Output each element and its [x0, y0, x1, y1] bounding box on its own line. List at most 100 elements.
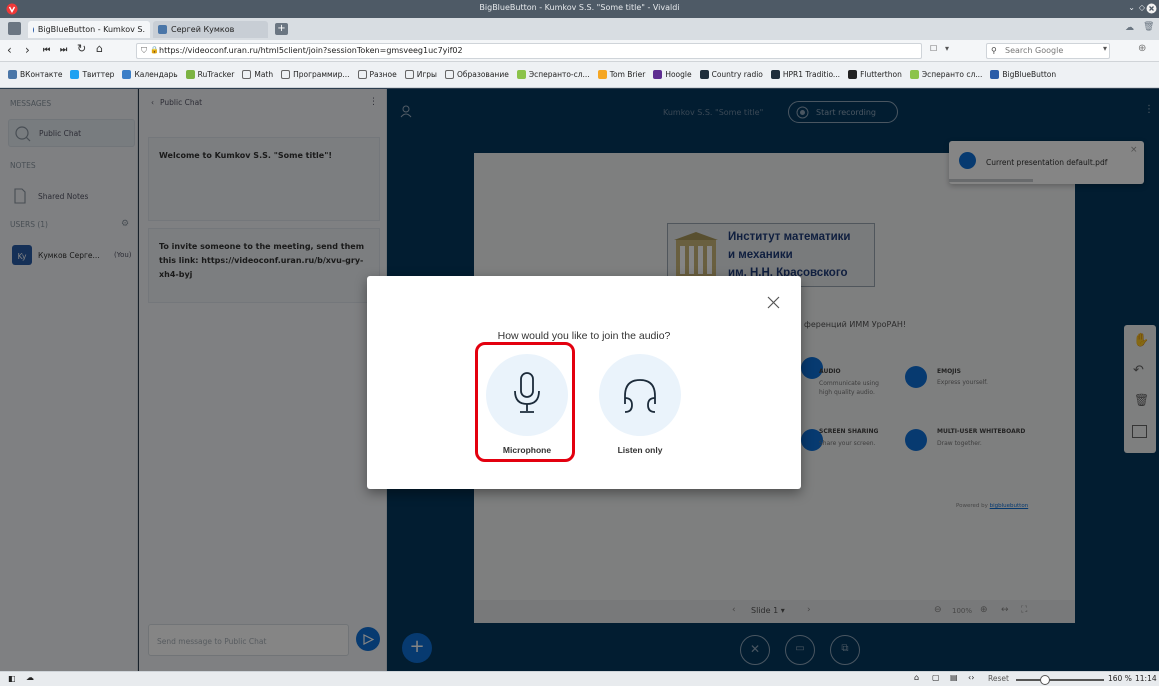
bookmark-page-icon[interactable]: ☐	[930, 44, 937, 53]
bookmark-label: ВКонтакте	[20, 70, 63, 79]
bookmark-label: Hoogle	[665, 70, 692, 79]
bookmark-item[interactable]: Math	[242, 70, 273, 79]
bookmark-item[interactable]: Tom Brier	[597, 70, 645, 79]
bookmark-item[interactable]: RuTracker	[185, 70, 235, 79]
bookmark-item[interactable]: Flutterthon	[848, 70, 902, 79]
bookmark-item[interactable]: Образование	[444, 70, 509, 79]
audio-modal: How would you like to join the audio? Mi…	[367, 276, 801, 489]
tab-bar: b BigBlueButton - Kumkov S. Сергей Кумко…	[0, 18, 1159, 40]
microphone-button[interactable]	[486, 354, 568, 436]
bookmark-favicon-icon	[653, 70, 663, 79]
window-title: BigBlueButton - Kumkov S.S. "Some title"…	[479, 3, 680, 12]
bookmark-favicon-icon	[770, 70, 780, 79]
bookmark-favicon-icon	[122, 70, 132, 79]
bookmark-label: Игры	[416, 70, 437, 79]
bookmark-favicon-icon	[70, 70, 80, 79]
zoom-slider-handle[interactable]	[1040, 675, 1050, 685]
bookmark-favicon-icon	[8, 70, 17, 79]
bookmark-label: Эсперанто сл...	[921, 70, 983, 79]
window-titlebar: BigBlueButton - Kumkov S.S. "Some title"…	[0, 0, 1159, 18]
search-dropdown-icon[interactable]: ▾	[1103, 44, 1107, 53]
new-tab-button[interactable]: +	[275, 23, 288, 35]
bookmark-favicon-icon	[516, 70, 526, 79]
bookmarks-bar: ВКонтакте Твиттер Календарь RuTracker Math Пр…	[0, 62, 1159, 88]
reset-zoom-button[interactable]: Reset	[988, 674, 1009, 683]
back-icon[interactable]: ‹	[7, 43, 12, 57]
rewind-icon[interactable]: ⏮	[43, 45, 50, 55]
code-icon[interactable]: ‹›	[968, 673, 974, 682]
bookmark-item[interactable]: Эсперанто-сл...	[516, 70, 590, 79]
window-maximize-icon[interactable]: ◇	[1139, 3, 1145, 12]
bookmark-label: RuTracker	[197, 70, 235, 79]
bookmark-item[interactable]: Разное	[357, 70, 397, 79]
bookmark-label: Math	[254, 70, 274, 79]
bookmark-item[interactable]: Эсперанто сл...	[909, 70, 983, 79]
folder-icon	[404, 70, 414, 79]
folder-icon	[281, 70, 291, 79]
listen-only-button[interactable]	[599, 354, 681, 436]
bookmark-item[interactable]: HPR1 Traditio...	[770, 70, 841, 79]
close-icon[interactable]	[767, 296, 780, 309]
folder-icon	[242, 70, 252, 79]
fast-forward-icon[interactable]: ⏭	[60, 45, 67, 55]
status-bar: ◧ ☁ ⌂ ▢ ▤ ‹› Reset 160 % 11:14	[0, 671, 1159, 686]
cloud-icon[interactable]: ☁	[26, 673, 34, 682]
forward-icon[interactable]: ›	[25, 43, 30, 57]
home-icon[interactable]: ⌂	[96, 42, 103, 55]
search-field[interactable]: ⚲ Search Google	[986, 43, 1110, 59]
panel-toggle-icon[interactable]	[8, 22, 21, 35]
page-actions-icon[interactable]: ⌂	[914, 673, 919, 682]
bookmark-dropdown-icon[interactable]: ▾	[945, 44, 949, 53]
url-text: https://videoconf.uran.ru/html5client/jo…	[159, 46, 463, 55]
audio-question: How would you like to join the audio?	[497, 330, 671, 342]
window-icon[interactable]: ▢	[932, 673, 940, 682]
bookmark-item[interactable]: Country radio	[699, 70, 763, 79]
lock-icon: 🔒	[150, 46, 159, 54]
bookmark-favicon-icon	[990, 70, 1000, 79]
bookmark-item[interactable]: BigBlueButton	[990, 70, 1056, 79]
zoom-slider[interactable]	[1016, 675, 1104, 685]
bookmark-label: Country radio	[711, 70, 763, 79]
bookmark-label: Образование	[456, 70, 509, 79]
address-bar: ‹ › ⏮ ⏭ ↻ ⌂ ⛉ 🔒 https://videoconf.uran.r…	[0, 40, 1159, 62]
search-icon: ⚲	[991, 46, 997, 55]
bookmark-favicon-icon	[909, 70, 919, 79]
trash-icon[interactable]: 🗑	[1143, 22, 1154, 34]
bookmark-favicon-icon	[699, 70, 709, 79]
tab-bigbluebutton[interactable]: b BigBlueButton - Kumkov S.	[28, 21, 150, 38]
search-placeholder: Search Google	[1005, 46, 1064, 55]
tab-label: Сергей Кумков	[171, 25, 235, 34]
bookmark-label: Flutterthon	[860, 70, 902, 79]
window-close-icon[interactable]	[1146, 3, 1157, 14]
bookmark-item[interactable]: Игры	[404, 70, 437, 79]
panel-toggle-icon[interactable]: ◧	[8, 674, 16, 683]
microphone-icon	[514, 372, 540, 413]
image-toggle-icon[interactable]: ▤	[950, 673, 958, 682]
bookmark-label: Эсперанто-сл...	[528, 70, 590, 79]
bookmark-item[interactable]: Программир...	[281, 70, 350, 79]
bookmark-item[interactable]: Календарь	[122, 70, 178, 79]
url-field[interactable]: ⛉ 🔒 https://videoconf.uran.ru/html5clien…	[136, 43, 922, 59]
bookmark-favicon-icon	[848, 70, 858, 79]
bookmark-favicon-icon	[185, 70, 195, 79]
bookmark-label: HPR1 Traditio...	[782, 70, 841, 79]
clock: 11:14	[1135, 674, 1157, 683]
bookmark-item[interactable]: Твиттер	[70, 70, 114, 79]
bookmark-item[interactable]: ВКонтакте	[8, 70, 62, 79]
bookmark-label: BigBlueButton	[1002, 70, 1057, 79]
bookmark-label: Твиттер	[82, 70, 115, 79]
tab-label: BigBlueButton - Kumkov S.	[37, 25, 145, 34]
reload-icon[interactable]: ↻	[77, 42, 86, 55]
window-minimize-icon[interactable]: ⌄	[1128, 3, 1135, 12]
bookmark-item[interactable]: Hoogle	[653, 70, 692, 79]
bigbluebutton-favicon-icon: b	[33, 26, 34, 33]
tab-vk-profile[interactable]: Сергей Кумков	[153, 21, 268, 38]
bookmark-favicon-icon	[597, 70, 607, 79]
extensions-icon[interactable]: ⊕	[1138, 43, 1146, 54]
bookmark-label: Календарь	[134, 70, 178, 79]
zoom-level: 160 %	[1108, 674, 1132, 683]
vk-favicon-icon	[158, 25, 167, 34]
cloud-sync-icon[interactable]: ☁	[1125, 23, 1137, 33]
listen-only-label: Listen only	[617, 445, 663, 455]
folder-icon	[357, 70, 367, 79]
